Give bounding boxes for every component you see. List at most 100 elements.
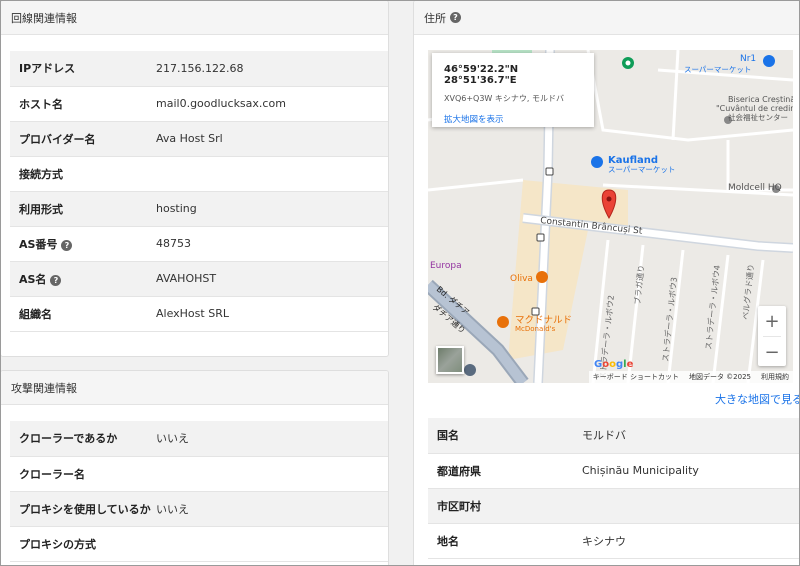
row-key-label: 組織名 <box>19 307 52 321</box>
line-info-header: 回線関連情報 <box>1 1 388 35</box>
table-row: クローラー名 <box>10 456 388 492</box>
row-value: キシナウ <box>582 523 800 559</box>
row-key: 接続方式 <box>10 156 156 192</box>
map-view[interactable]: Constantin Brâncuși St Kaufland スーパーマーケッ… <box>428 50 793 383</box>
row-key: プロキシの方式 <box>10 526 156 562</box>
enlarge-map-link[interactable]: 拡大地図を表示 <box>444 113 594 125</box>
row-value <box>156 156 388 192</box>
row-key-label: AS番号 <box>19 237 58 251</box>
row-value: Ava Host Srl <box>156 121 388 157</box>
row-value: AlexHost SRL <box>156 296 388 332</box>
table-row: 接続方式 <box>10 156 388 192</box>
table-row: 組織名 AlexHost SRL <box>10 296 388 332</box>
row-key: 組織名 <box>10 296 156 332</box>
row-key: クローラー名 <box>10 456 156 492</box>
zoom-control: + − <box>758 306 786 366</box>
table-row: ホスト名 mail0.goodlucksax.com <box>10 86 388 122</box>
table-row: 地名 キシナウ <box>428 523 800 559</box>
row-value: 48753 <box>156 226 388 262</box>
row-key-label: プロバイダー名 <box>19 132 96 146</box>
row-key: ホスト名 <box>10 86 156 122</box>
row-key-label: クローラーであるか <box>19 432 118 446</box>
row-key: プロバイダー名 <box>10 121 156 157</box>
row-value: 217.156.122.68 <box>156 51 388 87</box>
row-value: hosting <box>156 191 388 227</box>
row-value <box>156 456 388 492</box>
line-info-table: IPアドレス 217.156.122.68 ホスト名 mail0.goodlucksa… <box>10 51 388 332</box>
address-table: 国名 モルドバ都道府県 Chișinău Municipality 市区町村地名 キシナ… <box>428 418 800 559</box>
bigger-map-link[interactable]: 大きな地図で見る <box>715 391 800 407</box>
google-logo: Google <box>594 359 634 370</box>
row-value <box>582 488 800 524</box>
row-key: 市区町村 <box>428 488 582 524</box>
map-label-europa: Europa <box>430 261 462 271</box>
table-row: 市区町村 <box>428 488 800 524</box>
row-key-label: ホスト名 <box>19 97 63 111</box>
row-value: いいえ <box>156 421 388 457</box>
address-header: 住所 ? <box>414 1 800 35</box>
row-key: IPアドレス <box>10 51 156 87</box>
map-data-text: 地図データ ©2025 <box>688 373 751 381</box>
table-row: AS名? AVAHOHST <box>10 261 388 297</box>
line-info-panel: 回線関連情報 IPアドレス 217.156.122.68 ホスト名 mail0.goo… <box>0 0 389 357</box>
help-icon[interactable]: ? <box>61 239 73 251</box>
keyboard-shortcuts-link[interactable]: キーボード ショートカット <box>593 372 679 382</box>
address-panel: 住所 ? Constantin Brâncuși St Kaufland スーパ… <box>413 0 800 566</box>
zoom-out-button[interactable]: − <box>758 337 786 367</box>
map-label-nr1-sub: スーパーマーケット <box>684 65 751 74</box>
map-attribution: キーボード ショートカット 地図データ ©2025 利用規約 <box>588 371 793 383</box>
row-value: モルドバ <box>582 418 800 454</box>
table-row: 都道府県 Chișinău Municipality <box>428 453 800 489</box>
attack-info-table: クローラーであるか いいえ クローラー名 プロキシを使用しているか いいえ プロキシの方式 <box>10 421 388 562</box>
row-key-label: 国名 <box>437 429 459 443</box>
zoom-in-button[interactable]: + <box>758 306 786 336</box>
row-key-label: プロキシの方式 <box>19 537 96 551</box>
row-value: いいえ <box>156 491 388 527</box>
row-key: クローラーであるか <box>10 421 156 457</box>
row-key-label: IPアドレス <box>19 62 76 76</box>
map-label-oliva: Oliva <box>510 274 533 284</box>
row-key-label: AS名 <box>19 272 47 286</box>
help-icon[interactable]: ? <box>450 12 461 23</box>
attack-info-header: 攻撃関連情報 <box>1 371 388 405</box>
row-key-label: 市区町村 <box>437 499 481 513</box>
map-info-card: 46°59'22.2"N 28°51'36.7"E XVQ6+Q3W キシナウ,… <box>432 53 594 127</box>
attack-info-panel: 攻撃関連情報 クローラーであるか いいえ クローラー名 プロキシを使用しているか いいえ… <box>0 370 389 566</box>
table-row: 国名 モルドバ <box>428 418 800 454</box>
table-row: 利用形式 hosting <box>10 191 388 227</box>
row-key: AS名? <box>10 261 156 297</box>
row-key-label: 都道府県 <box>437 464 481 478</box>
row-key-label: 地名 <box>437 534 459 548</box>
map-label-church3: 社会福祉センター <box>728 112 788 122</box>
row-key: 国名 <box>428 418 582 454</box>
table-row: プロバイダー名 Ava Host Srl <box>10 121 388 157</box>
table-row: プロキシの方式 <box>10 526 388 562</box>
table-row: クローラーであるか いいえ <box>10 421 388 457</box>
table-row: IPアドレス 217.156.122.68 <box>10 51 388 87</box>
row-key: 地名 <box>428 523 582 559</box>
row-key: プロキシを使用しているか <box>10 491 156 527</box>
row-value: mail0.goodlucksax.com <box>156 86 388 122</box>
satellite-toggle[interactable] <box>436 346 464 374</box>
map-label-nr1: Nr1 <box>740 54 756 64</box>
row-key-label: クローラー名 <box>19 467 85 481</box>
help-icon[interactable]: ? <box>50 274 62 286</box>
row-key-label: 利用形式 <box>19 202 63 216</box>
row-value <box>156 526 388 562</box>
row-key: 利用形式 <box>10 191 156 227</box>
map-label-moldcell: Moldcell HQ <box>728 183 782 193</box>
row-key: AS番号? <box>10 226 156 262</box>
row-value: AVAHOHST <box>156 261 388 297</box>
attack-info-title: 攻撃関連情報 <box>11 381 77 395</box>
table-row: AS番号? 48753 <box>10 226 388 262</box>
map-coordinates: 46°59'22.2"N 28°51'36.7"E <box>444 64 519 86</box>
row-key: 都道府県 <box>428 453 582 489</box>
map-label-kaufland-sub: スーパーマーケット <box>608 165 675 174</box>
terms-link[interactable]: 利用規約 <box>761 372 789 382</box>
map-plus-code: XVQ6+Q3W キシナウ, モルドバ <box>444 94 564 103</box>
row-key-label: 接続方式 <box>19 167 63 181</box>
row-key-label: プロキシを使用しているか <box>19 502 151 516</box>
row-value: Chișinău Municipality <box>582 453 800 489</box>
line-info-title: 回線関連情報 <box>11 11 77 25</box>
address-title: 住所 <box>424 11 446 25</box>
